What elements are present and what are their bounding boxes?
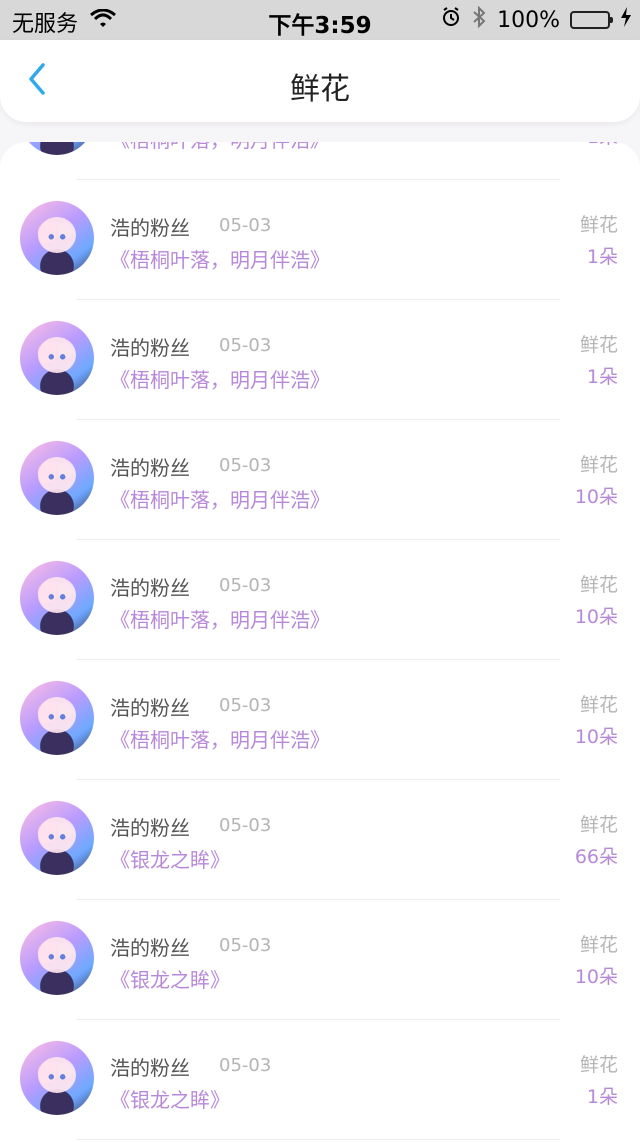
gift-list: 浩的粉丝 05-03 《梧桐叶落，明月伴浩》 鲜花 1朵 浩的粉丝 05-03 《梧桐叶落，明… bbox=[0, 142, 640, 1140]
list-item[interactable]: 浩的粉丝 05-03 《银龙之眸》 鲜花 10朵 bbox=[0, 900, 640, 1020]
list-item[interactable]: 浩的粉丝 05-03 《梧桐叶落，明月伴浩》 鲜花 10朵 bbox=[0, 660, 640, 780]
fan-name: 浩的粉丝 bbox=[110, 936, 190, 960]
list-item[interactable]: 浩的粉丝05-03《梧桐叶落，明月伴浩》鲜花1朵 bbox=[0, 142, 640, 180]
charging-icon bbox=[620, 7, 632, 33]
novel-title[interactable]: 《梧桐叶落，明月伴浩》 bbox=[110, 244, 330, 273]
divider bbox=[76, 1139, 560, 1140]
gift-date: 05-03 bbox=[219, 695, 272, 716]
avatar[interactable] bbox=[20, 801, 94, 875]
gift-count: 66朵 bbox=[574, 846, 618, 868]
gift-date: 05-03 bbox=[219, 935, 272, 956]
avatar[interactable] bbox=[20, 681, 94, 755]
gift-count: 1朵 bbox=[587, 142, 618, 149]
fan-name: 浩的粉丝 bbox=[110, 696, 190, 720]
gift-date: 05-03 bbox=[219, 1055, 272, 1076]
gift-type: 鲜花 bbox=[579, 1054, 618, 1076]
chevron-left-icon bbox=[29, 63, 45, 95]
fan-name: 浩的粉丝 bbox=[110, 816, 190, 840]
gift-count: 10朵 bbox=[574, 606, 618, 628]
novel-title[interactable]: 《银龙之眸》 bbox=[110, 844, 230, 873]
fan-name: 浩的粉丝 bbox=[110, 456, 190, 480]
novel-title[interactable]: 《银龙之眸》 bbox=[110, 964, 230, 993]
gift-type: 鲜花 bbox=[579, 934, 618, 956]
gift-date: 05-03 bbox=[219, 335, 272, 356]
gift-count: 10朵 bbox=[574, 486, 618, 508]
avatar[interactable] bbox=[20, 921, 94, 995]
list-item[interactable]: 浩的粉丝 05-03 《银龙之眸》 鲜花 66朵 bbox=[0, 780, 640, 900]
alarm-icon bbox=[441, 7, 461, 33]
page-title: 鲜花 bbox=[290, 72, 350, 107]
fan-name: 浩的粉丝 bbox=[110, 1056, 190, 1080]
gift-type: 鲜花 bbox=[579, 694, 618, 716]
list-item[interactable]: 浩的粉丝 05-03 《梧桐叶落，明月伴浩》 鲜花 1朵 bbox=[0, 180, 640, 300]
bluetooth-icon bbox=[471, 5, 487, 34]
fan-name: 浩的粉丝 bbox=[110, 336, 190, 360]
gift-count: 1朵 bbox=[586, 366, 618, 388]
avatar[interactable] bbox=[20, 142, 94, 155]
gift-date: 05-03 bbox=[219, 815, 272, 836]
gift-date: 05-03 bbox=[219, 455, 272, 476]
gift-count: 10朵 bbox=[574, 726, 618, 748]
gift-count: 1朵 bbox=[586, 246, 618, 268]
avatar[interactable] bbox=[20, 441, 94, 515]
back-button[interactable] bbox=[12, 54, 62, 104]
gift-type: 鲜花 bbox=[579, 334, 618, 356]
novel-title[interactable]: 《梧桐叶落，明月伴浩》 bbox=[110, 142, 330, 153]
nav-bar: 鲜花 bbox=[0, 40, 640, 122]
avatar[interactable] bbox=[20, 201, 94, 275]
fan-name: 浩的粉丝 bbox=[110, 576, 190, 600]
novel-title[interactable]: 《梧桐叶落，明月伴浩》 bbox=[110, 724, 330, 753]
novel-title[interactable]: 《银龙之眸》 bbox=[110, 1084, 230, 1113]
gift-list-card: 浩的粉丝 05-03 《梧桐叶落，明月伴浩》 鲜花 1朵 浩的粉丝 05-03 《梧桐叶落，明… bbox=[0, 142, 640, 1142]
gift-count: 1朵 bbox=[586, 1086, 618, 1108]
list-item[interactable]: 浩的粉丝 05-03 《梧桐叶落，明月伴浩》 鲜花 10朵 bbox=[0, 420, 640, 540]
gift-date: 05-03 bbox=[219, 575, 272, 596]
list-item[interactable]: 浩的粉丝 05-03 《银龙之眸》 鲜花 1朵 bbox=[0, 1020, 640, 1140]
novel-title[interactable]: 《梧桐叶落，明月伴浩》 bbox=[110, 484, 330, 513]
avatar[interactable] bbox=[20, 1041, 94, 1115]
gift-count: 10朵 bbox=[574, 966, 618, 988]
battery-icon bbox=[570, 11, 613, 29]
battery-percent: 100% bbox=[497, 7, 560, 33]
gift-type: 鲜花 bbox=[579, 214, 618, 236]
list-item[interactable]: 浩的粉丝 05-03 《梧桐叶落，明月伴浩》 鲜花 10朵 bbox=[0, 540, 640, 660]
gift-date: 05-03 bbox=[219, 215, 272, 236]
fan-name: 浩的粉丝 bbox=[110, 216, 190, 240]
gift-type: 鲜花 bbox=[579, 454, 618, 476]
avatar[interactable] bbox=[20, 321, 94, 395]
status-right: 100% bbox=[441, 5, 632, 34]
status-bar: 无服务 下午3:59 100% bbox=[0, 0, 640, 40]
novel-title[interactable]: 《梧桐叶落，明月伴浩》 bbox=[110, 604, 330, 633]
novel-title[interactable]: 《梧桐叶落，明月伴浩》 bbox=[110, 364, 330, 393]
avatar[interactable] bbox=[20, 561, 94, 635]
list-item[interactable]: 浩的粉丝 05-03 《梧桐叶落，明月伴浩》 鲜花 1朵 bbox=[0, 300, 640, 420]
gift-type: 鲜花 bbox=[579, 574, 618, 596]
gift-type: 鲜花 bbox=[579, 814, 618, 836]
